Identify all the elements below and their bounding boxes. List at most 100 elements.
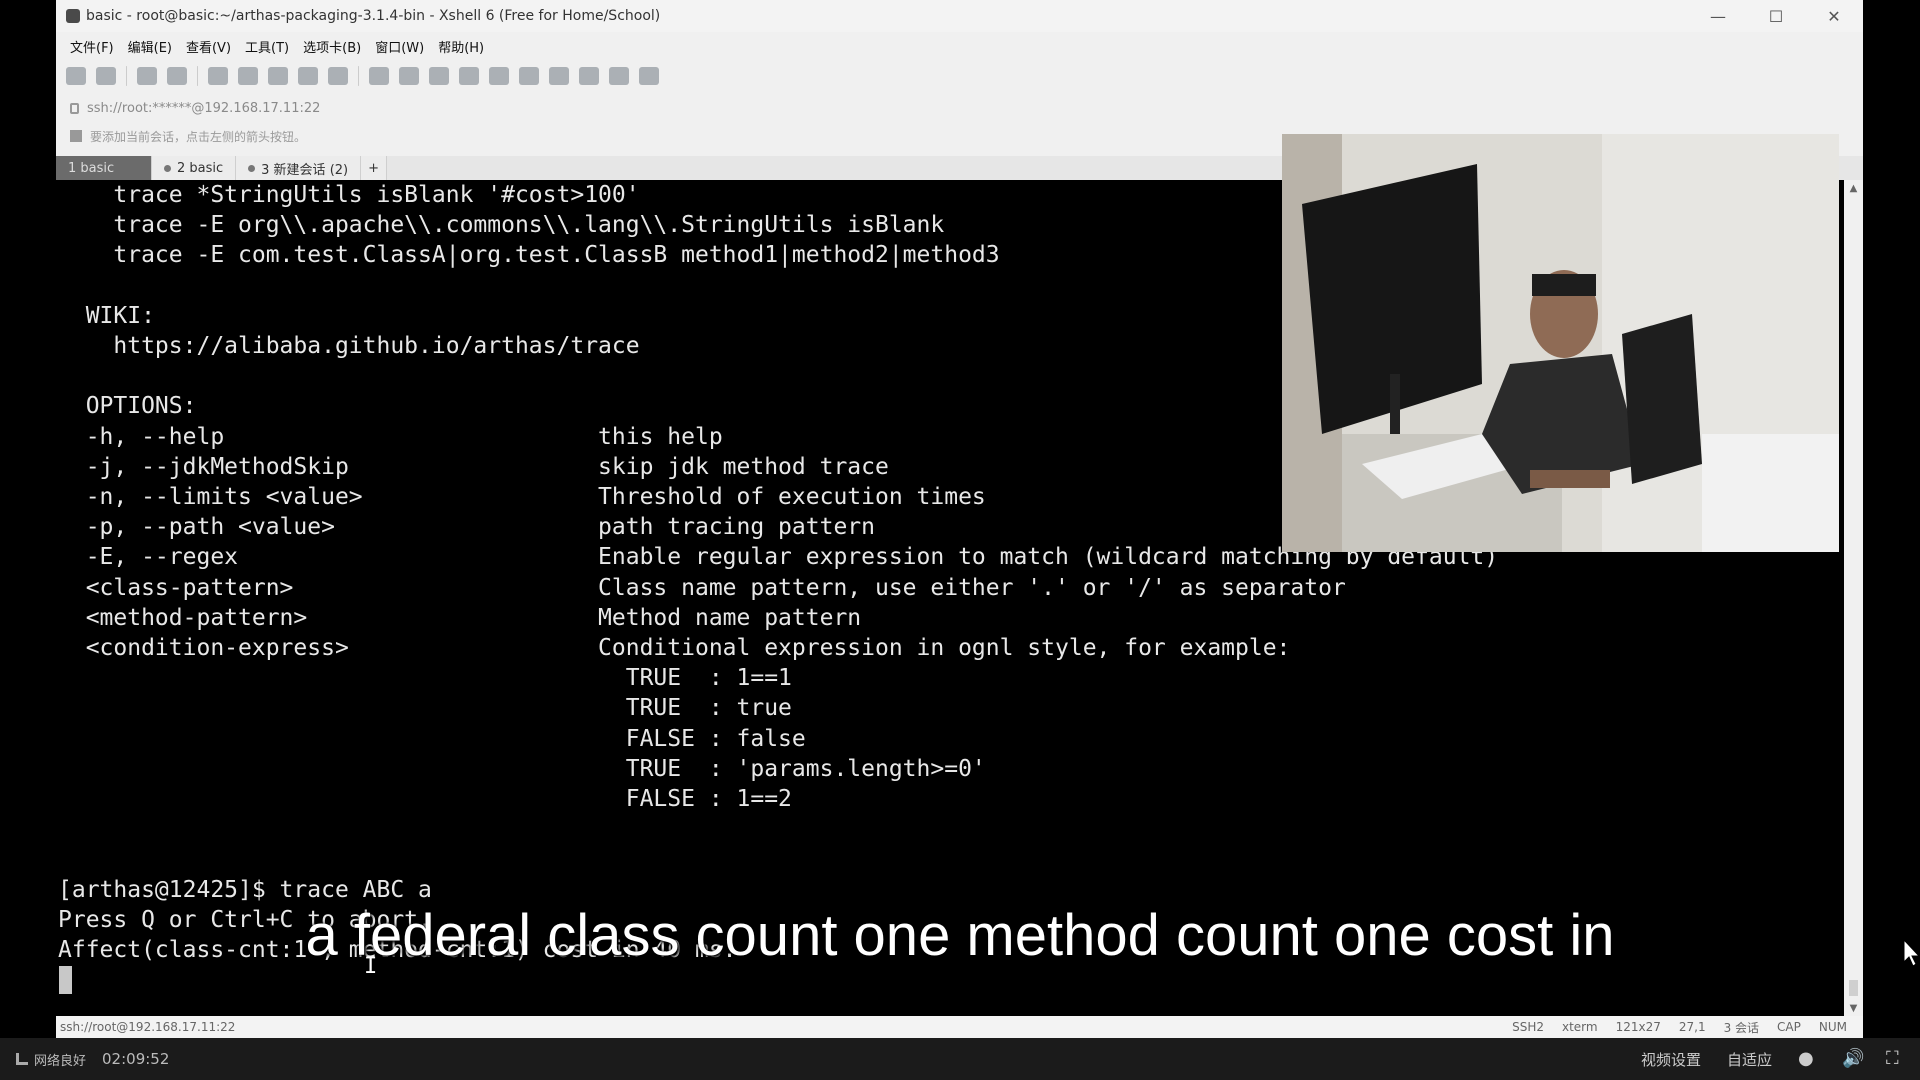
terminal-line: OPTIONS:	[58, 393, 197, 420]
status-terminal-size: 121x27	[1615, 1020, 1661, 1034]
fullscreen-toggle-icon[interactable]: ⛶	[1886, 1050, 1904, 1068]
script-icon[interactable]	[519, 67, 539, 85]
session-hint-bar: 要添加当前会话，点击左侧的箭头按钮。	[70, 126, 306, 146]
terminal-line: [arthas@12425]$ trace ABC a	[58, 876, 432, 903]
toolbar-separator	[358, 66, 359, 86]
terminal-line: <method-pattern> Method name pattern	[58, 604, 862, 631]
tab-label: 3 新建会话 (2)	[261, 162, 349, 178]
menu-help[interactable]: 帮助(H)	[438, 37, 484, 56]
tab-1-basic[interactable]: 1 basic	[56, 156, 152, 180]
playback-time: 02:09:52	[102, 1050, 170, 1068]
chat-icon[interactable]	[639, 67, 659, 85]
transfer-icon[interactable]	[399, 67, 419, 85]
add-tab-button[interactable]: +	[361, 156, 388, 180]
menu-tools[interactable]: 工具(T)	[245, 37, 289, 56]
player-right-group: 视频设置 自适应 ● 🔊 ⛶	[1615, 1038, 1904, 1080]
auto-fit-button[interactable]: 自适应	[1727, 1049, 1772, 1070]
status-bar: ssh://root@192.168.17.11:22 SSH2 xterm 1…	[56, 1016, 1863, 1038]
toolbar-separator	[126, 66, 127, 86]
font-icon[interactable]	[328, 67, 348, 85]
terminal-line: FALSE : 1==2	[58, 786, 792, 812]
print-icon[interactable]	[268, 67, 288, 85]
scroll-down-arrow-icon[interactable]: ▼	[1844, 1000, 1863, 1016]
scroll-thumb[interactable]	[1849, 980, 1858, 996]
new-session-icon[interactable]	[66, 67, 86, 85]
terminal-line: <class-pattern> Class name pattern, use …	[58, 574, 1346, 601]
tab-label: 2 basic	[177, 160, 224, 176]
status-caps-lock: CAP	[1777, 1020, 1801, 1034]
close-button[interactable]: ✕	[1805, 0, 1863, 32]
minimize-button[interactable]: —	[1689, 0, 1747, 32]
session-status-icon	[164, 164, 171, 172]
status-protocol: SSH2	[1512, 1020, 1544, 1034]
tile-icon[interactable]	[579, 67, 599, 85]
tab-2-basic[interactable]: 2 basic	[152, 156, 237, 180]
video-player-bar: 网络良好 02:09:52 视频设置 自适应 ● 🔊 ⛶	[0, 1038, 1920, 1080]
scroll-up-arrow-icon[interactable]: ▲	[1844, 180, 1863, 196]
status-terminal-type: xterm	[1561, 1020, 1598, 1034]
address-bar[interactable]: ssh://root:******@192.168.17.11:22	[70, 98, 320, 118]
xshell-app-icon	[66, 9, 80, 23]
session-status-icon	[248, 164, 256, 172]
terminal-line: trace -E com.test.ClassA|org.test.ClassB…	[58, 242, 1000, 269]
terminal-line: -h, --help this help	[58, 423, 723, 450]
terminal-line: TRUE : 'params.length>=0'	[58, 755, 986, 782]
tab-3-new-session[interactable]: 3 新建会话 (2)	[236, 156, 362, 180]
help-icon[interactable]	[609, 67, 629, 85]
status-session-count: 3 会话	[1723, 1020, 1760, 1035]
open-folder-icon[interactable]	[96, 67, 116, 85]
terminal-cursor	[59, 966, 72, 994]
terminal-line: -n, --limits <value> Threshold of execut…	[58, 484, 986, 510]
menu-tabs[interactable]: 选项卡(B)	[303, 37, 361, 56]
find-icon[interactable]	[238, 67, 258, 85]
menu-file[interactable]: 文件(F)	[70, 37, 114, 56]
menu-view[interactable]: 查看(V)	[186, 37, 231, 56]
bookmark-icon	[70, 130, 82, 142]
menu-window[interactable]: 窗口(W)	[375, 37, 424, 56]
microphone-icon[interactable]: ●	[1798, 1050, 1816, 1068]
terminal-line: https://alibaba.github.io/arthas/trace	[58, 333, 640, 359]
add-tab-label: +	[368, 160, 380, 176]
fullscreen-icon[interactable]	[429, 67, 449, 85]
status-connection: ssh://root@192.168.17.11:22	[60, 1020, 236, 1034]
text-cursor-icon: I	[364, 954, 378, 979]
terminal-scrollbar[interactable]: ▲ ▼	[1844, 180, 1863, 1016]
status-right-group: SSH2 xterm 121x27 27,1 3 会话 CAP NUM	[1494, 1016, 1847, 1038]
menu-bar: 文件(F) 编辑(E) 查看(V) 工具(T) 选项卡(B) 窗口(W) 帮助(…	[56, 34, 498, 58]
terminal-line: trace *StringUtils isBlank '#cost>100'	[58, 182, 640, 208]
terminal-line: <condition-express> Conditional expressi…	[58, 635, 1291, 661]
copy-icon[interactable]	[137, 67, 157, 85]
menu-edit[interactable]: 编辑(E)	[128, 37, 172, 56]
status-cursor-position: 27,1	[1678, 1020, 1706, 1034]
network-status: 网络良好	[34, 1053, 87, 1069]
status-num-lock: NUM	[1818, 1020, 1847, 1034]
globe-icon[interactable]	[298, 67, 318, 85]
volume-icon[interactable]: 🔊	[1842, 1050, 1864, 1068]
session-address: ssh://root:******@192.168.17.11:22	[87, 100, 321, 116]
mouse-pointer-icon	[1903, 938, 1920, 967]
xftp-icon[interactable]	[369, 67, 389, 85]
terminal-line: FALSE : false	[58, 725, 806, 752]
network-signal-icon	[16, 1053, 28, 1065]
layout-icon[interactable]	[549, 67, 569, 85]
window-controls: — ☐ ✕	[1689, 0, 1863, 32]
tab-label: 1 basic	[68, 160, 115, 176]
terminal-line: WIKI:	[58, 302, 155, 329]
video-settings-button[interactable]: 视频设置	[1641, 1049, 1701, 1070]
terminal-line: trace -E org\\.apache\\.commons\\.lang\\…	[58, 212, 945, 239]
session-hint-text: 要添加当前会话，点击左侧的箭头按钮。	[90, 129, 307, 144]
terminal-line: TRUE : 1==1	[58, 665, 792, 692]
keyboard-icon[interactable]	[489, 67, 509, 85]
properties-icon[interactable]	[208, 67, 228, 85]
title-bar: basic - root@basic:~/arthas-packaging-3.…	[56, 0, 1863, 32]
maximize-button[interactable]: ☐	[1747, 0, 1805, 32]
webcam-overlay	[1282, 134, 1839, 552]
terminal-line: -j, --jdkMethodSkip skip jdk method trac…	[58, 453, 889, 480]
terminal-line: TRUE : true	[58, 695, 792, 722]
terminal-line: -p, --path <value> path tracing pattern	[58, 514, 875, 541]
video-subtitle: a federal class count one method count o…	[305, 903, 1615, 968]
lock-icon	[70, 102, 79, 114]
presenter-video-image	[1282, 134, 1839, 552]
lock-screen-icon[interactable]	[459, 67, 479, 85]
paste-icon[interactable]	[167, 67, 187, 85]
